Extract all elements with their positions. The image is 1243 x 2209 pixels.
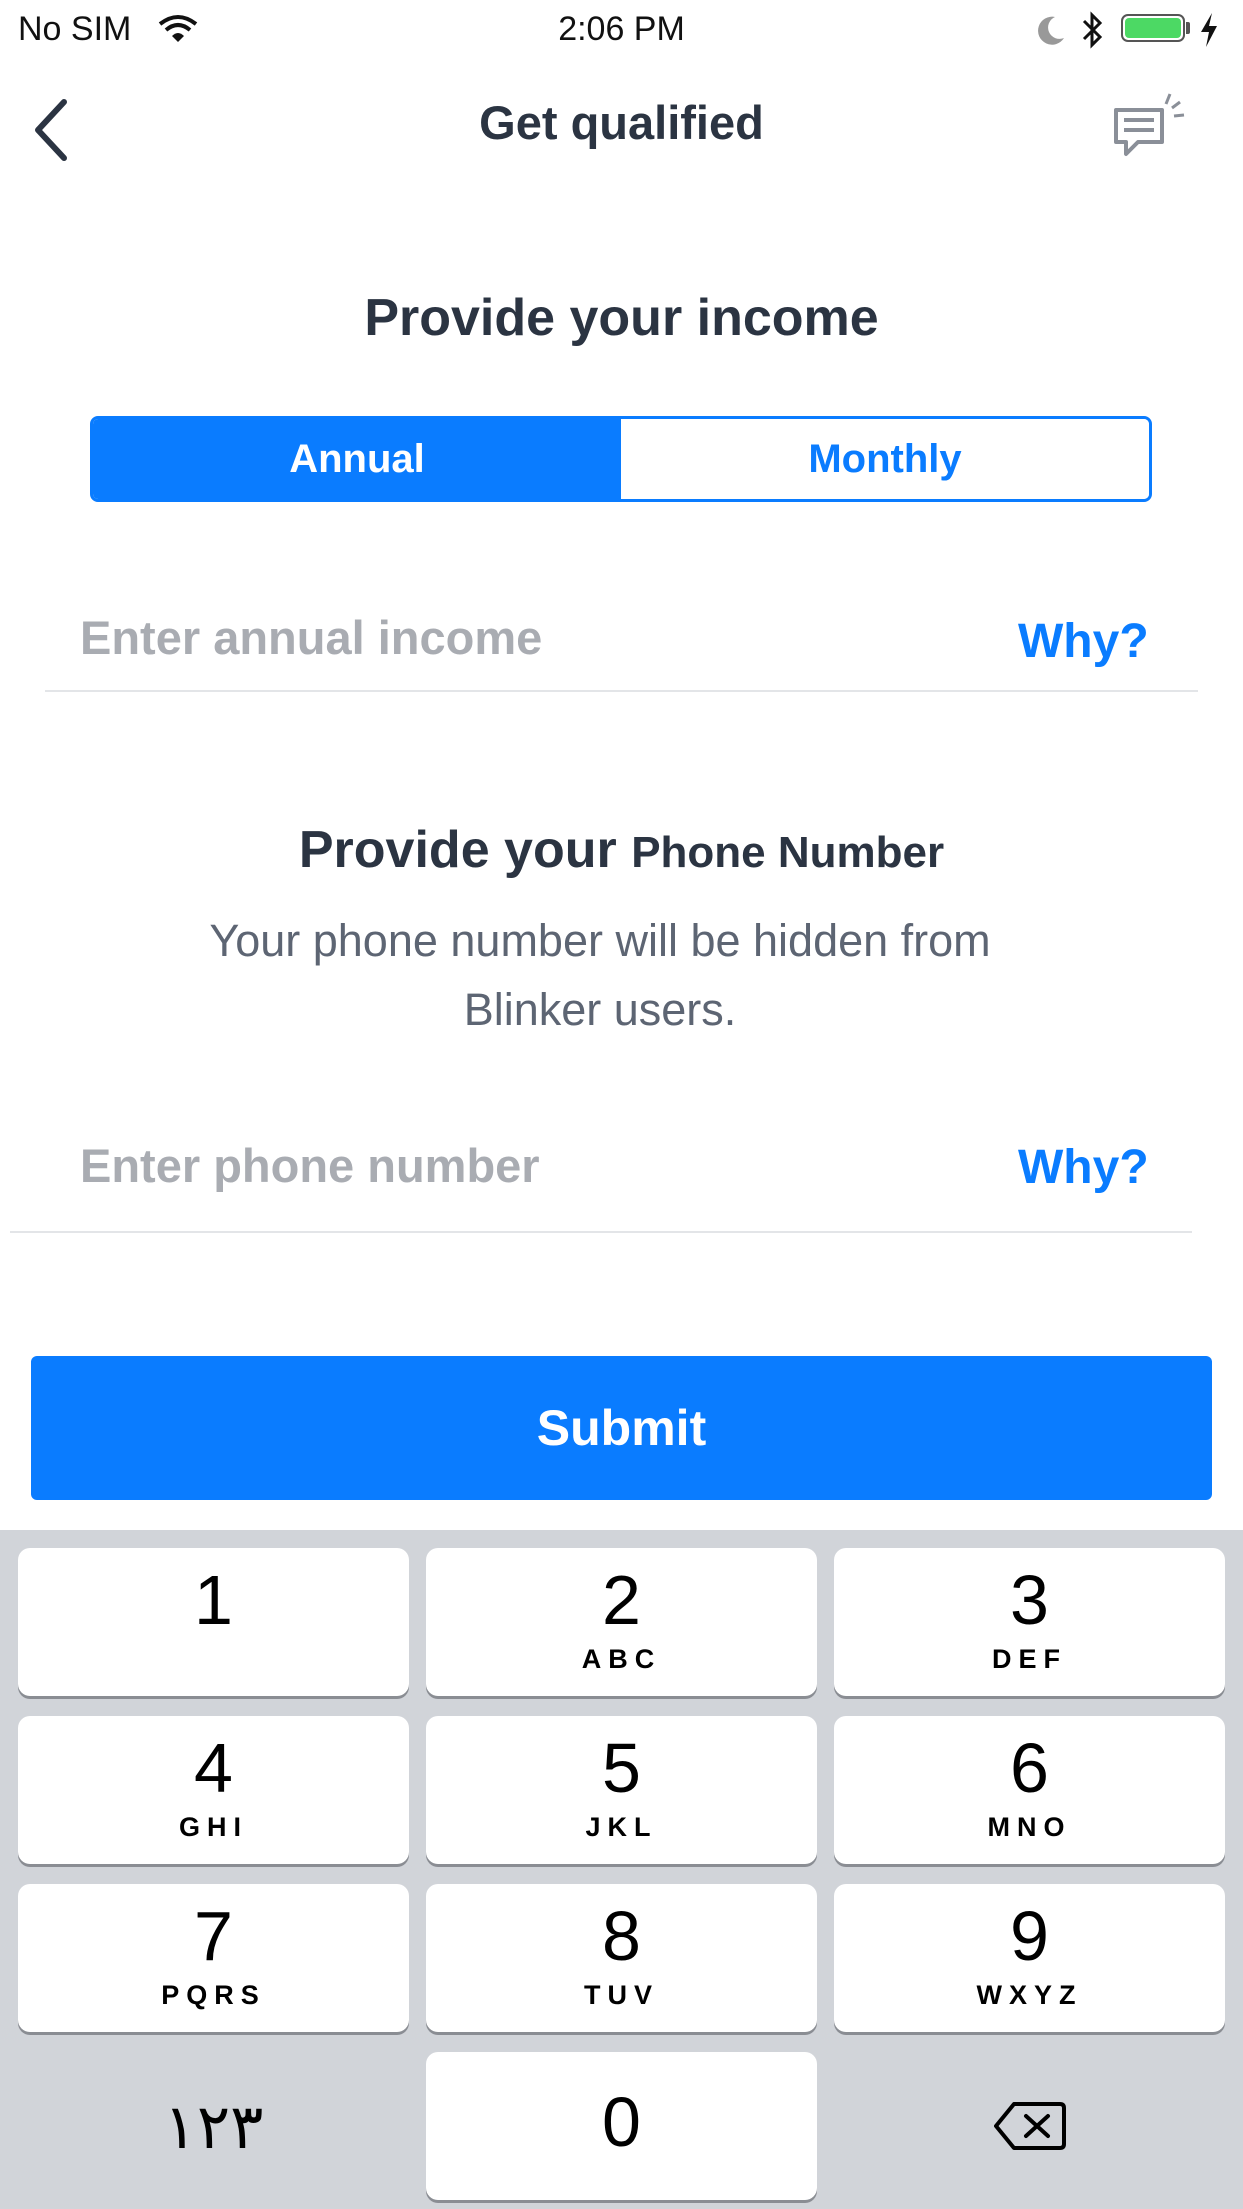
phone-title-small: Phone Number (631, 828, 945, 877)
segment-annual[interactable]: Annual (93, 419, 621, 499)
key-digit: 5 (602, 1729, 641, 1807)
income-input-underline (45, 690, 1198, 692)
phone-title-main: Provide your (298, 821, 632, 879)
key-letters: DEF (992, 1644, 1067, 1674)
bluetooth-icon (1080, 10, 1104, 55)
battery-icon (1121, 14, 1185, 42)
phone-subtext-line-1: Your phone number will be hidden from (209, 915, 991, 966)
phone-subtext: Your phone number will be hidden from Bl… (0, 906, 1200, 1044)
moon-icon (1033, 14, 1067, 53)
key-letters: GHI (178, 1812, 248, 1842)
charging-icon (1198, 12, 1220, 53)
chat-button[interactable] (1110, 90, 1190, 167)
chat-icon (1114, 93, 1185, 156)
key-6[interactable]: 6 MNO (834, 1716, 1225, 1864)
income-why-link[interactable]: Why? (1018, 614, 1149, 669)
key-delete[interactable] (834, 2052, 1225, 2200)
submit-button[interactable]: Submit (31, 1356, 1212, 1500)
key-letters: TUV (584, 1980, 659, 2010)
income-title: Provide your income (364, 289, 879, 347)
key-letters: PQRS (161, 1980, 266, 2010)
backspace-icon (993, 2102, 1066, 2150)
key-digit: 2 (602, 1561, 641, 1639)
annual-income-input[interactable]: Enter annual income (80, 610, 542, 665)
key-digit: 9 (1010, 1897, 1049, 1975)
key-3[interactable]: 3 DEF (834, 1548, 1225, 1696)
phone-why-link[interactable]: Why? (1018, 1140, 1149, 1195)
key-letters: MNO (987, 1812, 1072, 1842)
key-digit: 4 (194, 1729, 233, 1807)
phone-input-underline (10, 1231, 1192, 1233)
phone-subtext-line-2: Blinker users. (463, 984, 737, 1035)
key-digit: 6 (1010, 1729, 1049, 1807)
key-digit: 8 (602, 1897, 641, 1975)
phone-title: Provide your Phone Number (0, 820, 1243, 880)
key-5[interactable]: 5 JKL (426, 1716, 817, 1864)
key-1[interactable]: 1 (18, 1548, 409, 1696)
phone-number-input[interactable]: Enter phone number (80, 1138, 540, 1193)
key-digit: 0 (602, 2083, 641, 2161)
status-bar: No SIM 2:06 PM (0, 0, 1243, 60)
key-letters: JKL (585, 1812, 658, 1842)
page-title: Get qualified (479, 96, 764, 149)
key-7[interactable]: 7 PQRS (18, 1884, 409, 2032)
key-letters: ABC (581, 1644, 662, 1674)
numeric-keypad: 1 2 ABC 3 DEF 4 GHI 5 JKL 6 MNO 7 PQRS 8… (0, 1530, 1243, 2209)
alt-numerals-label: ١٢٣ (163, 2089, 264, 2163)
key-digit: 7 (194, 1897, 233, 1975)
key-letters: WXYZ (976, 1980, 1083, 2010)
key-9[interactable]: 9 WXYZ (834, 1884, 1225, 2032)
key-digit: 3 (1010, 1561, 1049, 1639)
income-period-segmented-control[interactable]: Annual Monthly (90, 416, 1152, 502)
key-4[interactable]: 4 GHI (18, 1716, 409, 1864)
key-8[interactable]: 8 TUV (426, 1884, 817, 2032)
key-alt-numerals[interactable]: ١٢٣ (18, 2052, 409, 2200)
key-digit: 1 (194, 1561, 233, 1639)
key-2[interactable]: 2 ABC (426, 1548, 817, 1696)
key-0[interactable]: 0 (426, 2052, 817, 2200)
segment-monthly[interactable]: Monthly (621, 419, 1149, 499)
battery-cap (1186, 22, 1190, 34)
